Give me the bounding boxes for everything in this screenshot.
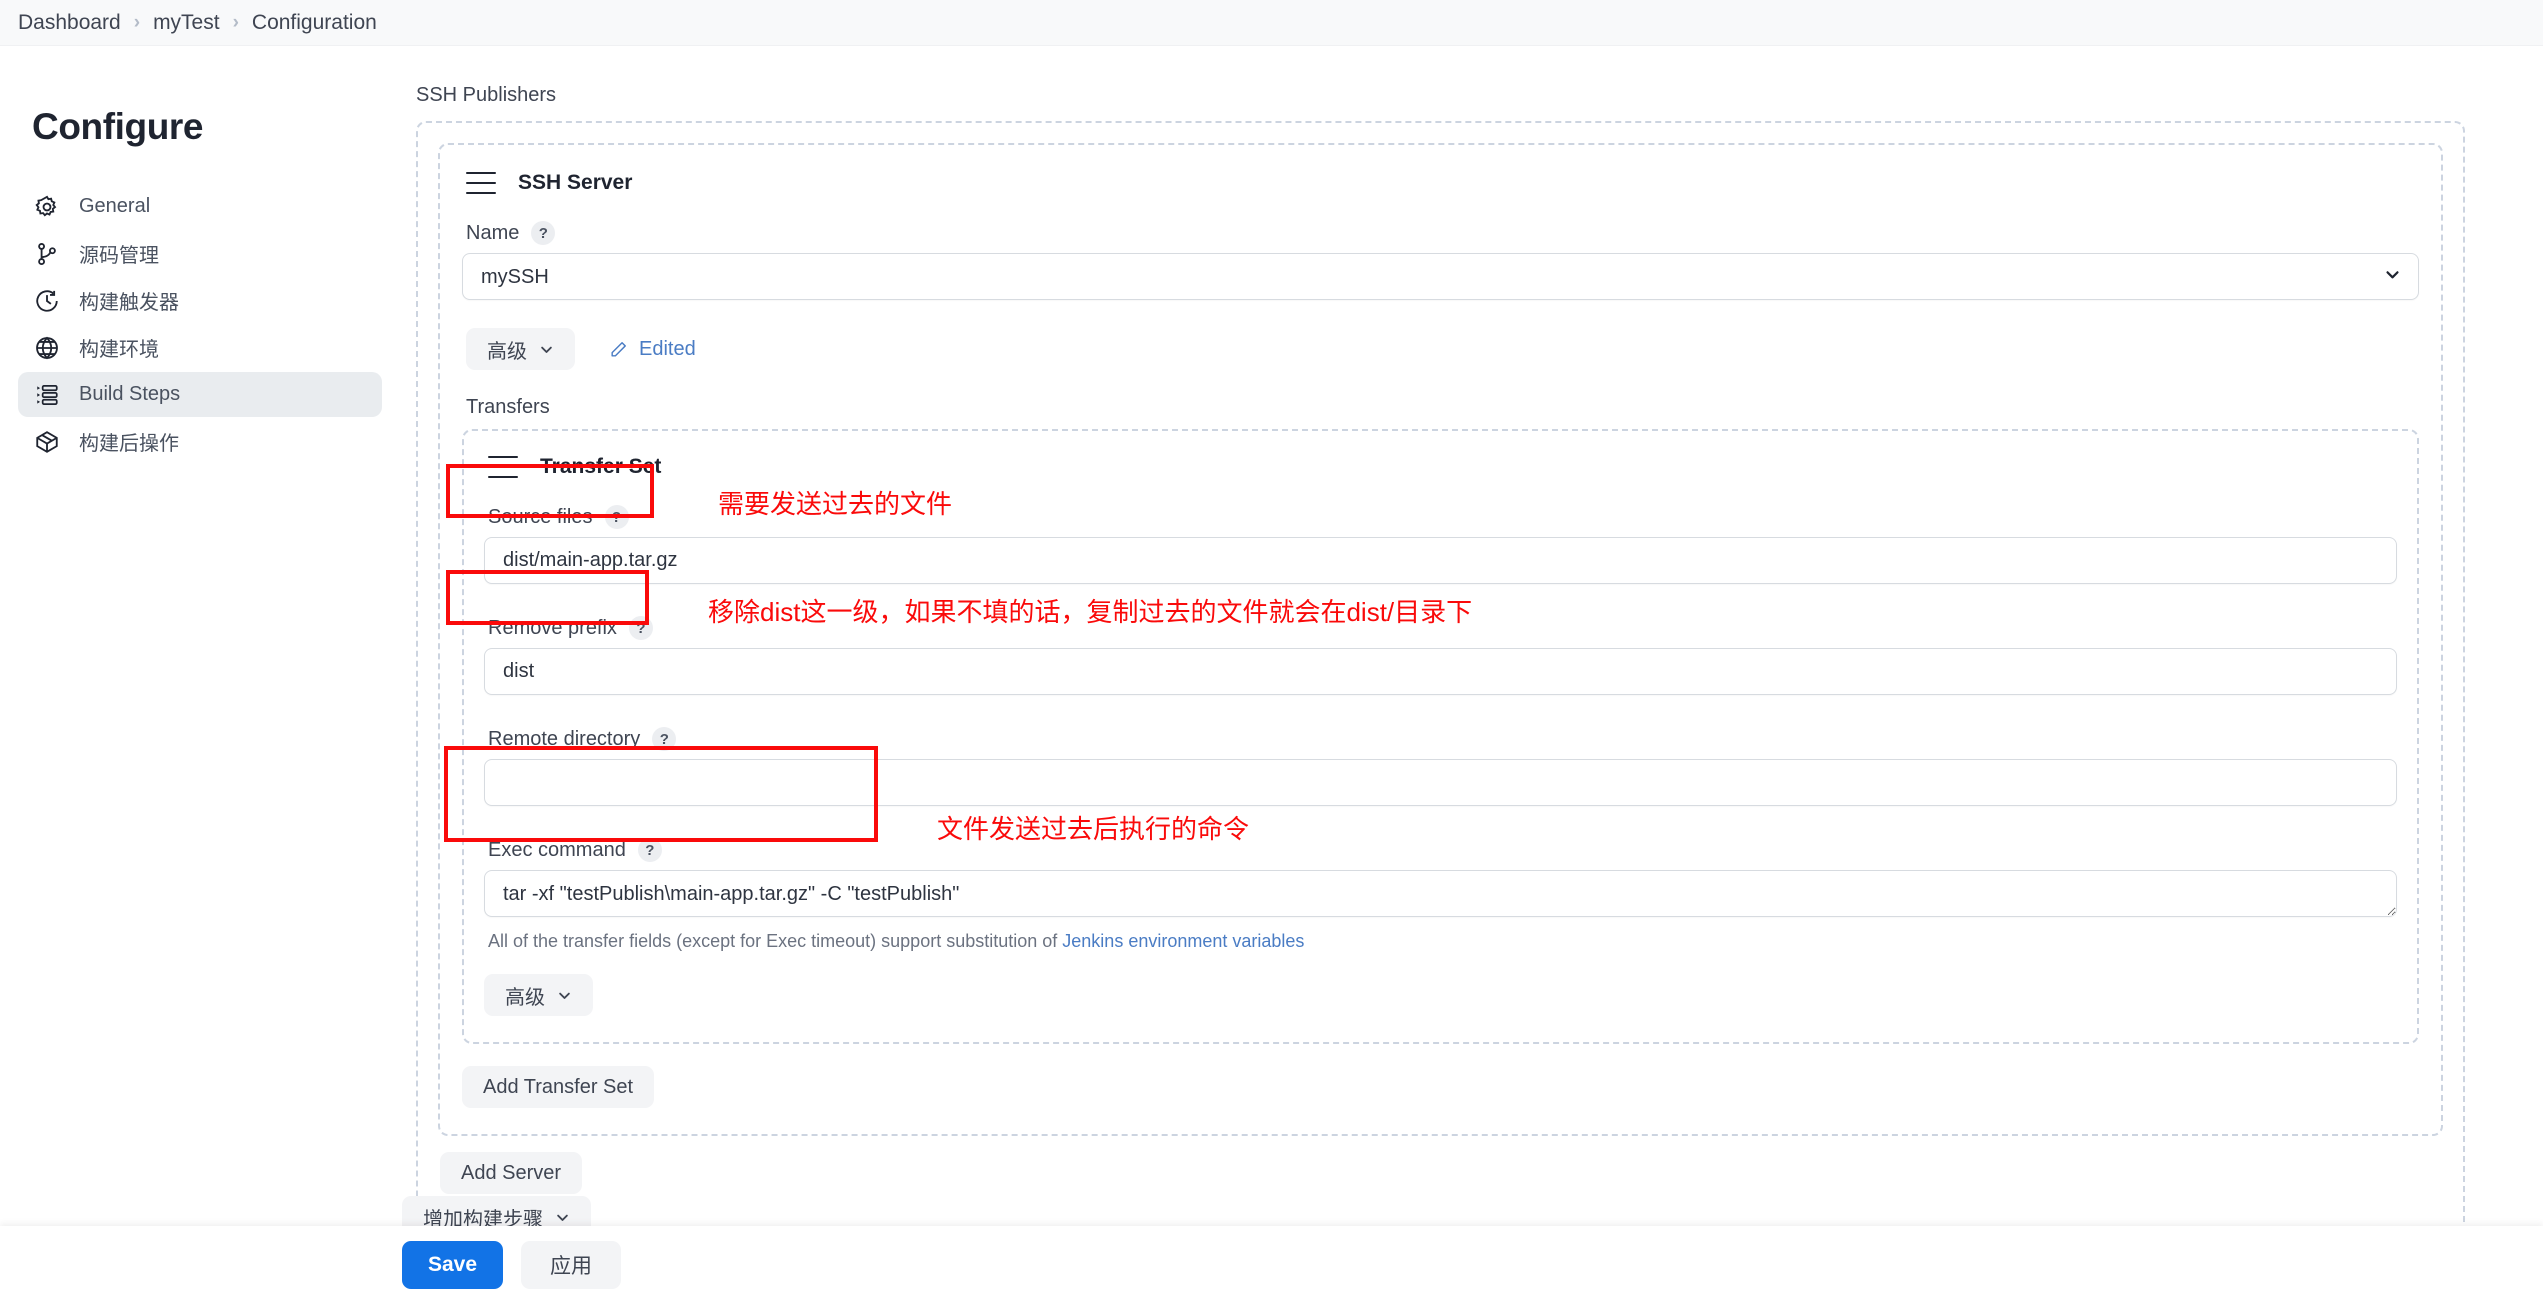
add-server-label: Add Server	[461, 1161, 562, 1184]
add-transfer-set-button[interactable]: Add Transfer Set	[462, 1066, 655, 1108]
sidebar-item-post-build-actions[interactable]: 构建后操作	[18, 419, 382, 464]
breadcrumb-item-dashboard[interactable]: Dashboard	[18, 11, 121, 35]
sidebar-item-label: 构建触发器	[79, 292, 179, 314]
drag-handle-icon[interactable]	[488, 456, 518, 478]
transfer-set-advanced-button[interactable]: 高级	[484, 974, 593, 1016]
sidebar-item-source-code-management[interactable]: 源码管理	[18, 231, 382, 276]
add-server-button[interactable]: Add Server	[440, 1152, 583, 1194]
hint-prefix-text: All of the transfer fields (except for E…	[488, 931, 1063, 951]
sidebar-item-label: 源码管理	[79, 245, 159, 267]
jenkins-env-variables-link[interactable]: Jenkins environment variables	[1062, 931, 1304, 951]
sidebar-item-build-steps[interactable]: Build Steps	[18, 372, 382, 417]
help-icon[interactable]: ?	[604, 505, 629, 529]
remote-directory-input[interactable]	[484, 759, 2397, 806]
name-select-wrapper: mySSH	[462, 253, 2419, 300]
help-icon[interactable]: ?	[628, 616, 653, 640]
remove-prefix-input[interactable]	[484, 648, 2397, 695]
environment-variables-hint: All of the transfer fields (except for E…	[488, 931, 2397, 952]
help-icon[interactable]: ?	[637, 838, 662, 862]
remove-prefix-label-text: Remove prefix	[488, 616, 617, 639]
page-title: Configure	[32, 106, 204, 147]
annotation-text-remove-prefix: 移除dist这一级，如果不填的话，复制过去的文件就会在dist/目录下	[708, 597, 1473, 627]
ssh-server-advanced-label: 高级	[487, 340, 527, 363]
transfer-set-advanced-label: 高级	[505, 986, 545, 1009]
apply-button[interactable]: 应用	[521, 1241, 622, 1289]
sidebar-item-label: 构建后操作	[79, 433, 179, 455]
annotation-text-exec-command: 文件发送过去后执行的命令	[937, 814, 1250, 844]
ssh-server-title: SSH Server	[518, 171, 633, 194]
breadcrumb-separator-icon: ›	[232, 11, 239, 33]
main-content: SSH Publishers SSH Server Name ? mySSH 高…	[400, 46, 2543, 1262]
ssh-server-name-select[interactable]: mySSH	[462, 253, 2419, 300]
package-icon	[32, 427, 62, 457]
list-steps-icon	[32, 380, 62, 410]
help-icon[interactable]: ?	[652, 727, 677, 751]
name-label: Name ?	[466, 221, 2419, 245]
chevron-down-icon	[555, 1210, 570, 1225]
ssh-server-advanced-button[interactable]: 高级	[466, 328, 575, 370]
transfer-set-panel: Transfer Set Source files ? Remove prefi…	[462, 429, 2419, 1044]
source-files-input[interactable]	[484, 537, 2397, 584]
help-icon[interactable]: ?	[531, 221, 556, 245]
name-label-text: Name	[466, 221, 520, 244]
sidebar-item-label: Build Steps	[79, 383, 181, 405]
exec-command-textarea[interactable]: tar -xf "testPublish\main-app.tar.gz" -C…	[484, 870, 2397, 917]
git-branch-icon	[32, 239, 62, 269]
sidebar: Configure General 源码管理 构建触发器 构建环境 Build …	[0, 46, 400, 466]
page-body: Configure General 源码管理 构建触发器 构建环境 Build …	[0, 46, 2543, 1304]
drag-handle-icon[interactable]	[466, 172, 496, 194]
edited-link[interactable]: Edited	[609, 338, 696, 361]
source-files-label-text: Source files	[488, 505, 593, 528]
breadcrumb: Dashboard › myTest › Configuration	[0, 0, 2543, 46]
chevron-down-icon	[557, 988, 572, 1003]
breadcrumb-separator-icon: ›	[133, 11, 141, 33]
transfer-set-title: Transfer Set	[540, 455, 662, 478]
gear-icon	[32, 192, 62, 222]
ssh-server-advanced-row: 高级 Edited	[466, 328, 2419, 370]
breadcrumb-item-configuration[interactable]: Configuration	[252, 11, 377, 35]
exec-command-label: Exec command ?	[488, 838, 2397, 862]
breadcrumb-item-mytest[interactable]: myTest	[153, 11, 220, 35]
sidebar-item-build-triggers[interactable]: 构建触发器	[18, 278, 382, 323]
annotation-text-source-files: 需要发送过去的文件	[718, 489, 953, 519]
sidebar-item-label: 构建环境	[79, 339, 159, 361]
globe-icon	[32, 333, 62, 363]
pencil-icon	[609, 340, 628, 359]
remote-directory-label: Remote directory ?	[488, 727, 2397, 751]
transfers-label: Transfers	[466, 396, 550, 418]
exec-command-label-text: Exec command	[488, 838, 626, 861]
sidebar-item-general[interactable]: General	[18, 184, 382, 229]
chevron-down-icon	[539, 342, 554, 357]
clock-icon	[32, 286, 62, 316]
sidebar-item-build-environment[interactable]: 构建环境	[18, 325, 382, 370]
save-button[interactable]: Save	[402, 1241, 504, 1289]
remote-directory-label-text: Remote directory	[488, 727, 641, 750]
ssh-server-header: SSH Server	[466, 171, 2419, 195]
ssh-server-panel: SSH Server Name ? mySSH 高级 Edited Transf…	[438, 143, 2443, 1136]
ssh-publishers-label: SSH Publishers	[416, 84, 557, 106]
edited-link-label: Edited	[639, 337, 696, 360]
transfer-set-header: Transfer Set	[488, 455, 2397, 479]
sidebar-item-label: General	[79, 195, 151, 217]
add-transfer-set-label: Add Transfer Set	[483, 1075, 634, 1098]
ssh-publishers-container: SSH Server Name ? mySSH 高级 Edited Transf…	[416, 121, 2465, 1262]
form-action-bar: Save 应用	[0, 1226, 2543, 1304]
